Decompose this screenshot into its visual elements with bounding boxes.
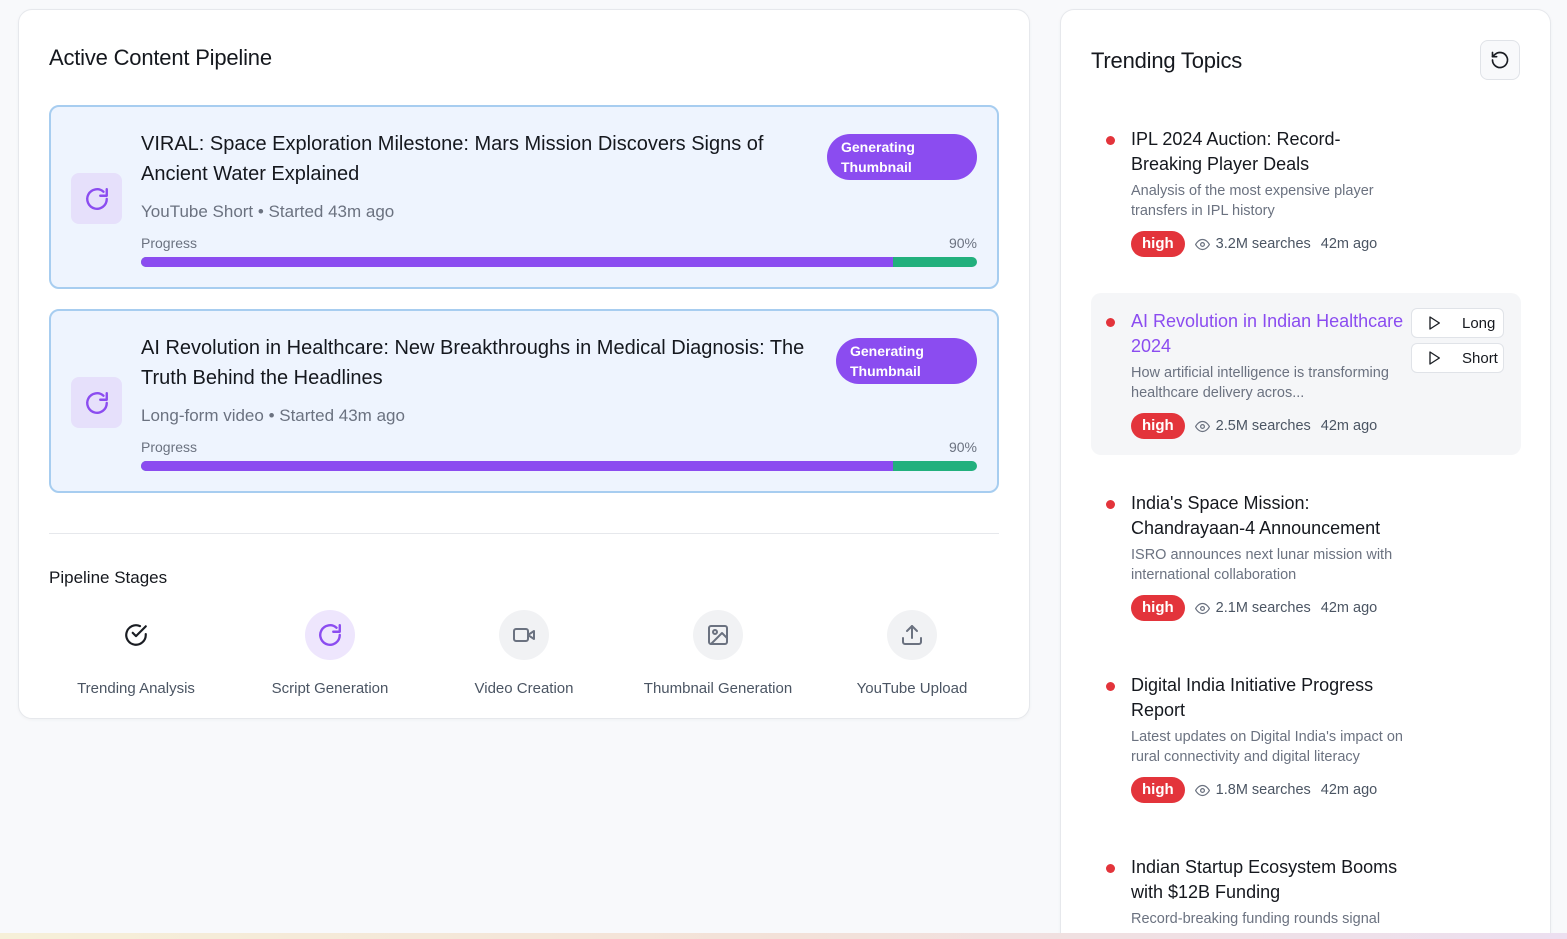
create-short-button[interactable]: Short bbox=[1411, 343, 1504, 373]
divider bbox=[49, 533, 999, 534]
topic-title: Digital India Initiative Progress Report bbox=[1131, 675, 1374, 720]
topic-description: Latest updates on Digital India's impact… bbox=[1131, 729, 1403, 765]
eye-icon bbox=[1194, 238, 1210, 250]
topic-time: 42m ago bbox=[1320, 600, 1378, 616]
progress-bar-fill bbox=[141, 257, 894, 267]
topic-time: 42m ago bbox=[1320, 418, 1378, 434]
topic-title: Indian Startup Ecosystem Booms with $12B… bbox=[1131, 857, 1398, 902]
stage-thumbnail-generation: Thumbnail Generation bbox=[621, 610, 815, 697]
topic-time: 42m ago bbox=[1320, 782, 1378, 798]
topic-title: IPL 2024 Auction: Record-Breaking Player… bbox=[1131, 129, 1341, 174]
status-badge: Generating Thumbnail bbox=[827, 134, 977, 180]
search-count: 2.5M searches bbox=[1215, 418, 1311, 434]
topic-description: Analysis of the most expensive player tr… bbox=[1131, 183, 1374, 219]
refresh-icon bbox=[305, 610, 355, 660]
topic-meta: high 2.1M searches 42m ago bbox=[1131, 595, 1377, 621]
priority-badge: high bbox=[1131, 413, 1185, 439]
progress-label: Progress bbox=[141, 235, 198, 251]
stage-label: Thumbnail Generation bbox=[643, 680, 793, 697]
topic-time: 42m ago bbox=[1320, 236, 1378, 252]
topic-meta: high 3.2M searches 42m ago bbox=[1131, 231, 1377, 257]
priority-dot bbox=[1106, 682, 1115, 691]
pipeline-job-card[interactable]: AI Revolution in Healthcare: New Breakth… bbox=[49, 309, 999, 493]
topic-meta: high 2.5M searches 42m ago bbox=[1131, 413, 1377, 439]
trending-topic-item[interactable]: India's Space Mission: Chandrayaan-4 Ann… bbox=[1091, 475, 1521, 635]
search-count: 1.8M searches bbox=[1215, 782, 1311, 798]
progress-percent: 90% bbox=[948, 439, 977, 455]
views: 2.5M searches bbox=[1194, 418, 1311, 434]
job-title: AI Revolution in Healthcare: New Breakth… bbox=[141, 337, 805, 389]
eye-icon bbox=[1194, 784, 1210, 796]
priority-badge: high bbox=[1131, 231, 1185, 257]
stage-video-creation: Video Creation bbox=[427, 610, 621, 697]
views: 3.2M searches bbox=[1194, 236, 1311, 252]
job-meta: Long-form video • Started 43m ago bbox=[141, 406, 405, 425]
priority-dot bbox=[1106, 318, 1115, 327]
views: 1.8M searches bbox=[1194, 782, 1311, 798]
pipeline-title: Active Content Pipeline bbox=[49, 45, 272, 70]
priority-badge: high bbox=[1131, 777, 1185, 803]
job-meta: YouTube Short • Started 43m ago bbox=[141, 202, 395, 221]
stage-youtube-upload: YouTube Upload bbox=[815, 610, 1009, 697]
priority-dot bbox=[1106, 864, 1115, 873]
topic-description: ISRO announces next lunar mission with i… bbox=[1131, 547, 1393, 583]
rotate-ccw-icon bbox=[1491, 51, 1509, 69]
progress-percent: 90% bbox=[948, 235, 977, 251]
topic-description: How artificial intelligence is transform… bbox=[1131, 365, 1389, 401]
job-title: VIRAL: Space Exploration Milestone: Mars… bbox=[141, 133, 764, 185]
topic-title: India's Space Mission: Chandrayaan-4 Ann… bbox=[1131, 493, 1381, 538]
progress-bar-fill bbox=[141, 461, 894, 471]
bottom-gradient-strip bbox=[0, 933, 1567, 939]
check-circle-icon bbox=[111, 610, 161, 660]
trending-topic-item[interactable]: Digital India Initiative Progress Report… bbox=[1091, 657, 1521, 817]
video-camera-icon bbox=[499, 610, 549, 660]
topic-description: Record-breaking funding rounds signal bbox=[1131, 911, 1381, 927]
button-label: Long bbox=[1462, 314, 1496, 332]
eye-icon bbox=[1194, 420, 1210, 432]
active-pipeline-card: Active Content Pipeline VIRAL: Space Exp… bbox=[18, 9, 1030, 719]
trending-topic-item[interactable]: Indian Startup Ecosystem Booms with $12B… bbox=[1091, 839, 1521, 939]
status-badge: Generating Thumbnail bbox=[836, 338, 977, 384]
stages-title: Pipeline Stages bbox=[49, 568, 168, 587]
search-count: 3.2M searches bbox=[1215, 236, 1311, 252]
views: 2.1M searches bbox=[1194, 600, 1311, 616]
pipeline-job-card[interactable]: VIRAL: Space Exploration Milestone: Mars… bbox=[49, 105, 999, 289]
image-icon bbox=[693, 610, 743, 660]
trending-topics-card: Trending Topics IPL 2024 Auction: Record… bbox=[1060, 9, 1551, 939]
trending-topic-item[interactable]: IPL 2024 Auction: Record-Breaking Player… bbox=[1091, 111, 1521, 271]
refresh-icon bbox=[71, 173, 122, 224]
topic-meta: high 1.8M searches 42m ago bbox=[1131, 777, 1377, 803]
trending-topic-item[interactable]: AI Revolution in Indian Healthcare 2024 … bbox=[1091, 293, 1521, 455]
priority-dot bbox=[1106, 136, 1115, 145]
stage-label: YouTube Upload bbox=[856, 680, 968, 697]
create-long-button[interactable]: Long bbox=[1411, 308, 1504, 338]
progress-bar bbox=[141, 257, 977, 267]
search-count: 2.1M searches bbox=[1215, 600, 1311, 616]
upload-icon bbox=[887, 610, 937, 660]
play-icon bbox=[1429, 316, 1440, 330]
play-icon bbox=[1429, 351, 1440, 365]
topic-title: AI Revolution in Indian Healthcare 2024 bbox=[1131, 311, 1404, 356]
trending-title: Trending Topics bbox=[1091, 48, 1243, 73]
refresh-icon bbox=[71, 377, 122, 428]
priority-dot bbox=[1106, 500, 1115, 509]
stage-label: Script Generation bbox=[271, 680, 389, 697]
stage-label: Trending Analysis bbox=[77, 680, 195, 697]
stage-label: Video Creation bbox=[474, 680, 574, 697]
eye-icon bbox=[1194, 602, 1210, 614]
refresh-button[interactable] bbox=[1480, 40, 1520, 80]
progress-label: Progress bbox=[141, 439, 198, 455]
stage-trending-analysis: Trending Analysis bbox=[39, 610, 233, 697]
progress-bar bbox=[141, 461, 977, 471]
button-label: Short bbox=[1462, 349, 1498, 367]
stage-script-generation: Script Generation bbox=[233, 610, 427, 697]
priority-badge: high bbox=[1131, 595, 1185, 621]
